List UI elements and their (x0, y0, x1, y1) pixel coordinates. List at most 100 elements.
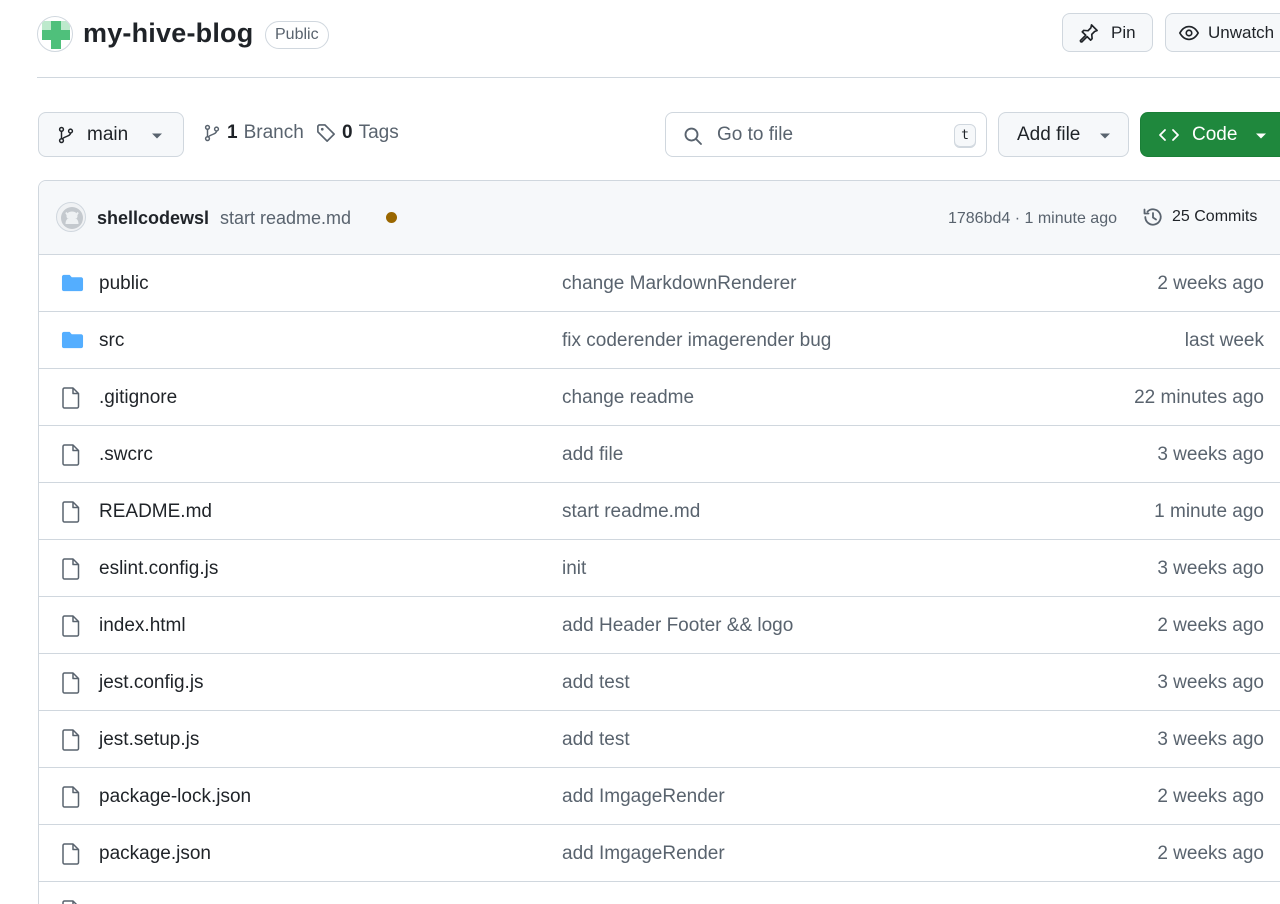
add-file-label: Add file (1017, 123, 1081, 145)
file-name-link[interactable]: public (99, 273, 149, 295)
file-commit-date: 22 minutes ago (1134, 387, 1264, 408)
file-icon (62, 672, 80, 694)
file-commit-date: 2 weeks ago (1157, 843, 1264, 864)
file-row[interactable]: public change MarkdownRenderer 2 weeks ago (39, 255, 1280, 312)
caret-down-icon (1256, 133, 1266, 139)
code-button[interactable]: Code (1140, 112, 1280, 157)
file-row[interactable]: jest.setup.js add test 3 weeks ago (39, 711, 1280, 768)
file-commit-date: 1 minute ago (1154, 501, 1264, 522)
file-name-link[interactable]: .swcrc (99, 444, 153, 466)
file-name-link[interactable]: package-lock.json (99, 786, 251, 808)
file-icon (62, 387, 80, 409)
file-commit-message-link[interactable]: add ImgageRender (562, 786, 725, 808)
file-icon (62, 501, 80, 523)
file-list: public change MarkdownRenderer 2 weeks ago… (39, 255, 1280, 904)
file-commit-date: 3 weeks ago (1157, 444, 1264, 465)
eye-icon (1178, 25, 1200, 40)
pin-icon (1079, 23, 1098, 43)
commits-label: 25 Commits (1172, 208, 1258, 225)
octocat-icon (61, 207, 83, 229)
file-icon (62, 843, 80, 865)
file-commit-date: 3 weeks ago (1157, 558, 1264, 579)
commit-status-dot[interactable] (386, 212, 397, 223)
file-commit-date: last week (1184, 330, 1264, 351)
file-icon (62, 444, 80, 466)
file-commit-message-link[interactable]: init (562, 558, 586, 580)
tag-icon (317, 124, 335, 142)
shortcut-key-hint: t (954, 124, 976, 148)
file-name-link[interactable]: jest.config.js (99, 672, 204, 694)
file-commit-message-link[interactable]: start readme.md (562, 501, 700, 523)
tags-link[interactable]: 0 Tags (316, 122, 399, 144)
file-name-link[interactable]: package.json (99, 843, 211, 865)
file-row[interactable]: src fix coderender imagerender bug last we… (39, 312, 1280, 369)
file-row[interactable]: jest.config.js add test 3 weeks ago (39, 654, 1280, 711)
file-commit-message-link[interactable]: add test (562, 672, 630, 694)
file-name-link[interactable]: .gitignore (99, 387, 177, 409)
unwatch-button[interactable]: Unwatch (1165, 13, 1280, 52)
file-row[interactable]: package.json add ImgageRender 2 weeks ago (39, 825, 1280, 882)
file-row[interactable] (39, 882, 1280, 904)
file-icon (62, 729, 80, 751)
file-commit-date: 2 weeks ago (1157, 615, 1264, 636)
file-commit-message-link[interactable]: change MarkdownRenderer (562, 273, 796, 295)
file-icon (62, 900, 78, 904)
file-commit-message-link[interactable]: add file (562, 444, 623, 466)
pin-label: Pin (1111, 22, 1136, 42)
folder-icon (61, 331, 84, 349)
file-icon (62, 558, 80, 580)
file-name-link[interactable]: README.md (99, 501, 212, 523)
repo-name-link[interactable]: my-hive-blog (83, 18, 253, 49)
file-row[interactable]: index.html add Header Footer && logo 2 wee… (39, 597, 1280, 654)
repo-page: my-hive-blog Public Pin Unwatch main 1 B… (0, 0, 1280, 904)
commits-history-link[interactable]: 25 Commits (1141, 205, 1257, 229)
visibility-badge: Public (265, 21, 329, 49)
branch-word: Branch (243, 122, 304, 143)
current-branch-label: main (87, 123, 129, 145)
file-commit-date: 2 weeks ago (1157, 786, 1264, 807)
file-browser: shellcodewsl start readme.md 1786bd4 · 1… (38, 180, 1280, 904)
file-name-link[interactable]: eslint.config.js (99, 558, 218, 580)
file-commit-message-link[interactable]: add ImgageRender (562, 843, 725, 865)
branch-select-button[interactable]: main (38, 112, 184, 157)
file-name-link[interactable]: index.html (99, 615, 186, 637)
file-row[interactable]: .gitignore change readme 22 minutes ago (39, 369, 1280, 426)
file-name-link[interactable]: src (99, 330, 124, 352)
branches-link[interactable]: 1 Branch (203, 122, 304, 144)
repo-header: my-hive-blog Public Pin Unwatch (37, 0, 1280, 78)
tag-word: Tags (358, 122, 399, 143)
file-row[interactable]: README.md start readme.md 1 minute ago (39, 483, 1280, 540)
file-row[interactable]: eslint.config.js init 3 weeks ago (39, 540, 1280, 597)
commit-author-avatar[interactable] (56, 202, 86, 232)
file-name-link[interactable]: jest.setup.js (99, 729, 199, 751)
code-label: Code (1192, 123, 1238, 145)
file-icon (62, 786, 80, 808)
latest-commit-bar: shellcodewsl start readme.md 1786bd4 · 1… (39, 181, 1280, 255)
file-commit-date: 2 weeks ago (1157, 273, 1264, 294)
identicon-icon (42, 21, 70, 49)
file-commit-message-link[interactable]: fix coderender imagerender bug (562, 330, 831, 352)
add-file-button[interactable]: Add file (998, 112, 1129, 157)
file-row[interactable]: package-lock.json add ImgageRender 2 weeks… (39, 768, 1280, 825)
file-commit-message-link[interactable]: add Header Footer && logo (562, 615, 793, 637)
commit-hash-time[interactable]: 1786bd4 · 1 minute ago (948, 210, 1117, 228)
branch-count: 1 (227, 122, 238, 143)
go-to-file-box[interactable]: t (665, 112, 987, 157)
search-icon (684, 127, 702, 145)
file-commit-message-link[interactable]: change readme (562, 387, 694, 409)
unwatch-label: Unwatch (1208, 22, 1275, 42)
file-commit-message-link[interactable]: add test (562, 729, 630, 751)
file-commit-date: 3 weeks ago (1157, 729, 1264, 750)
history-icon (1143, 208, 1162, 226)
commit-message-link[interactable]: start readme.md (220, 208, 351, 229)
folder-icon (61, 274, 84, 292)
go-to-file-input[interactable] (717, 122, 937, 148)
git-branch-icon (58, 126, 74, 143)
code-icon (1159, 128, 1179, 141)
caret-down-icon (152, 133, 162, 139)
file-commit-date: 3 weeks ago (1157, 672, 1264, 693)
commit-author-link[interactable]: shellcodewsl (97, 208, 209, 229)
repo-owner-avatar[interactable] (37, 16, 73, 52)
pin-button[interactable]: Pin (1062, 13, 1153, 52)
file-row[interactable]: .swcrc add file 3 weeks ago (39, 426, 1280, 483)
